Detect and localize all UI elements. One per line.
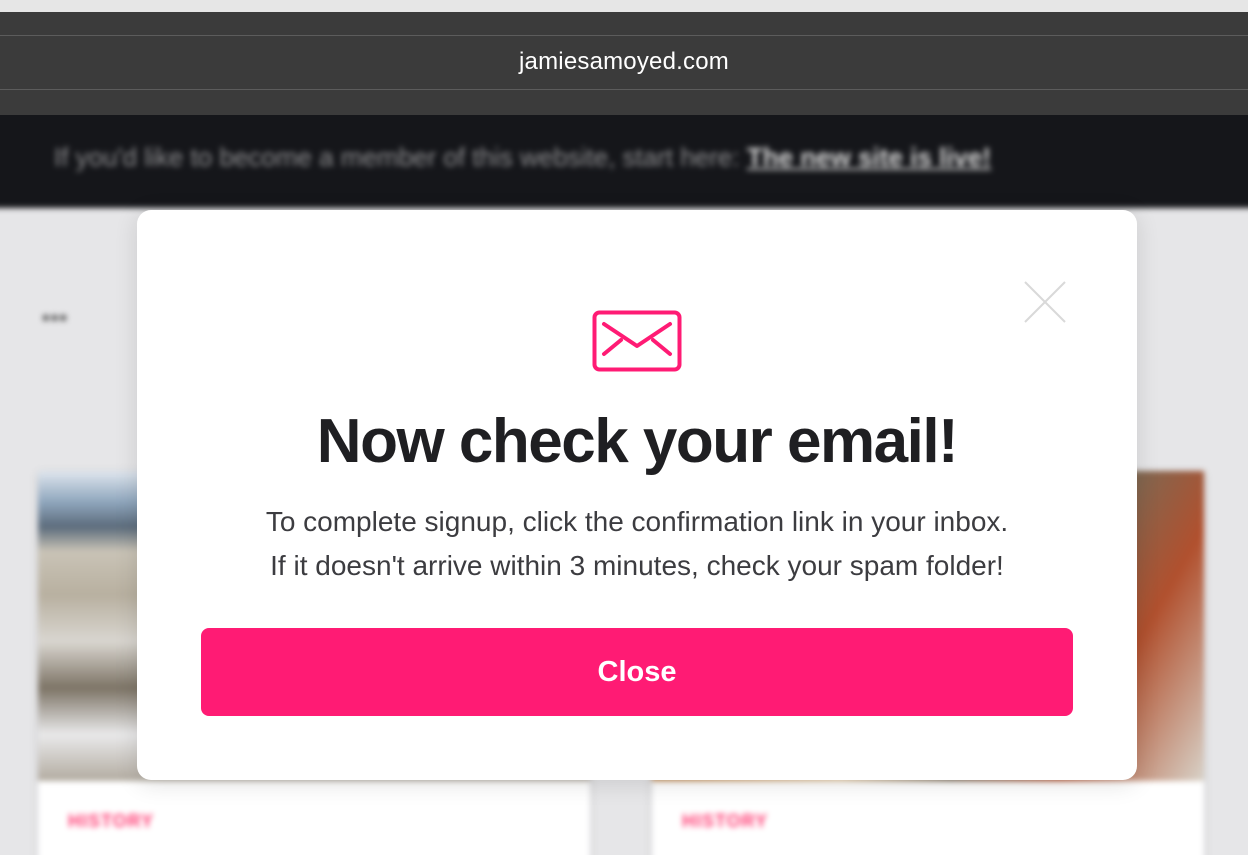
more-menu-icon[interactable]: •••: [42, 305, 68, 331]
article-category: HISTORY: [682, 811, 769, 831]
banner-text: If you'd like to become a member of this…: [54, 142, 747, 172]
modal-title: Now check your email!: [316, 407, 959, 476]
address-bar-url[interactable]: jamiesamoyed.com: [0, 48, 1248, 76]
signup-confirmation-modal: Now check your email! To complete signup…: [137, 210, 1137, 780]
browser-toolbar: jamiesamoyed.com: [0, 12, 1248, 115]
modal-message-line1: To complete signup, click the confirmati…: [265, 506, 1009, 537]
article-category: HISTORY: [68, 811, 155, 831]
toolbar-divider: [0, 89, 1248, 90]
close-icon[interactable]: [1023, 280, 1067, 324]
envelope-icon: [592, 310, 682, 372]
close-button[interactable]: Close: [201, 628, 1073, 716]
banner-link[interactable]: The new site is live!: [747, 142, 991, 172]
membership-banner: If you'd like to become a member of this…: [0, 115, 1248, 208]
modal-message-line2: If it doesn't arrive within 3 minutes, c…: [270, 550, 1004, 581]
toolbar-divider: [0, 35, 1248, 36]
